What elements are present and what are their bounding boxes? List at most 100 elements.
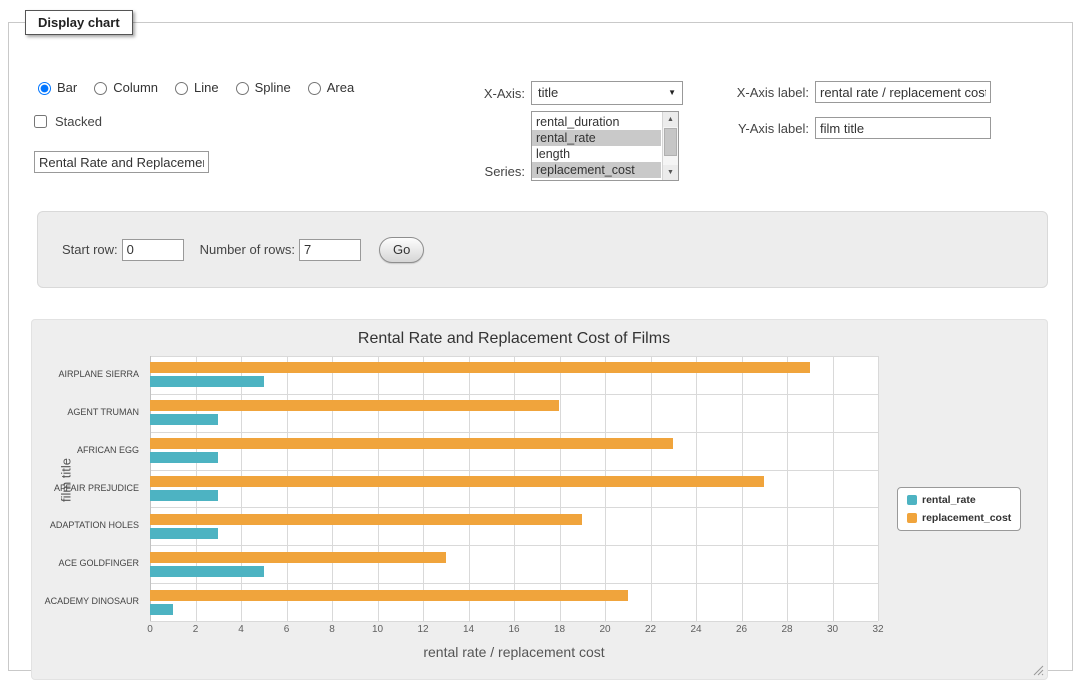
bar-replacement_cost[interactable] [150, 514, 582, 525]
line-radio[interactable] [175, 82, 188, 95]
start-row-input[interactable] [122, 239, 184, 261]
resize-handle[interactable] [1032, 664, 1044, 676]
start-row-label: Start row: [62, 242, 118, 257]
spline-radio[interactable] [236, 82, 249, 95]
column-radio-label: Column [113, 80, 158, 95]
v-gridline [514, 356, 515, 621]
series-option-replacement-cost[interactable]: replacement_cost [532, 162, 661, 178]
x-axis-label-input[interactable] [815, 81, 991, 103]
x-tick-label: 4 [238, 624, 244, 635]
v-gridline [787, 356, 788, 621]
bar-rental_rate[interactable] [150, 452, 218, 463]
chart-type-bar[interactable]: Bar [33, 79, 77, 95]
chart-type-area[interactable]: Area [303, 79, 354, 95]
x-tick-label: 26 [736, 624, 747, 635]
x-tick-label: 28 [781, 624, 792, 635]
v-gridline [241, 356, 242, 621]
category-label: ACADEMY DINOSAUR [32, 583, 143, 621]
plot-area [150, 356, 878, 621]
scrollbar-thumb[interactable] [664, 128, 677, 156]
area-radio[interactable] [308, 82, 321, 95]
bar-rental_rate[interactable] [150, 414, 218, 425]
v-gridline [605, 356, 606, 621]
display-chart-legend: Display chart [25, 10, 133, 35]
x-tick-label: 10 [372, 624, 383, 635]
bar-radio-label: Bar [57, 80, 77, 95]
category-label: ACE GOLDFINGER [32, 545, 143, 583]
bar-rental_rate[interactable] [150, 490, 218, 501]
x-tick-label: 14 [463, 624, 474, 635]
v-gridline [651, 356, 652, 621]
bar-replacement_cost[interactable] [150, 476, 764, 487]
chart-type-line[interactable]: Line [170, 79, 219, 95]
series-option-length[interactable]: length [532, 146, 661, 162]
x-tick-label: 2 [193, 624, 199, 635]
x-tick-label: 20 [599, 624, 610, 635]
chart: Rental Rate and Replacement Cost of Film… [31, 319, 1048, 680]
x-tick-label: 30 [827, 624, 838, 635]
series-option-rental-rate[interactable]: rental_rate [532, 130, 661, 146]
x-tick-label: 12 [417, 624, 428, 635]
chart-type-spline[interactable]: Spline [231, 79, 291, 95]
bar-radio[interactable] [38, 82, 51, 95]
x-axis-title: rental rate / replacement cost [150, 644, 878, 660]
legend-label: replacement_cost [922, 512, 1011, 524]
x-axis-label-label: X-Axis label: [723, 85, 809, 100]
category-labels: AIRPLANE SIERRAAGENT TRUMANAFRICAN EGGAF… [32, 356, 143, 621]
bar-replacement_cost[interactable] [150, 552, 446, 563]
y-axis-label-input[interactable] [815, 117, 991, 139]
x-axis-select-row: X-Axis: title ▼ [477, 81, 683, 105]
x-axis-select-label: X-Axis: [477, 86, 525, 101]
bar-rental_rate[interactable] [150, 376, 264, 387]
scroll-up-icon[interactable]: ▲ [663, 112, 678, 127]
x-tick-label: 22 [645, 624, 656, 635]
legend-item-rental_rate[interactable]: rental_rate [907, 494, 1011, 506]
chart-type-column[interactable]: Column [89, 79, 158, 95]
y-axis-label-row: Y-Axis label: [723, 117, 991, 139]
x-axis-ticks: 02468101214161820222426283032 [150, 624, 878, 638]
x-axis-selected-value: title [538, 85, 558, 100]
chart-title: Rental Rate and Replacement Cost of Film… [150, 330, 878, 348]
num-rows-label: Number of rows: [200, 242, 295, 257]
stacked-checkbox-row: Stacked [30, 112, 102, 131]
display-chart-fieldset: Display chart Bar Column Line Spline Are… [8, 10, 1073, 671]
v-gridline [742, 356, 743, 621]
v-gridline [696, 356, 697, 621]
x-tick-label: 8 [329, 624, 335, 635]
area-radio-label: Area [327, 80, 354, 95]
x-tick-label: 0 [147, 624, 153, 635]
bar-rental_rate[interactable] [150, 566, 264, 577]
rows-panel: Start row: Number of rows: Go [37, 211, 1048, 288]
v-gridline [287, 356, 288, 621]
h-gridline [150, 621, 878, 622]
rental_rate-swatch-icon [907, 495, 917, 505]
x-axis-select[interactable]: title ▼ [531, 81, 683, 105]
bar-replacement_cost[interactable] [150, 590, 628, 601]
legend-item-replacement_cost[interactable]: replacement_cost [907, 512, 1011, 524]
category-label: AFFAIR PREJUDICE [32, 470, 143, 508]
chevron-down-icon: ▼ [668, 88, 676, 97]
chart-title-input[interactable] [34, 151, 209, 173]
x-tick-label: 32 [872, 624, 883, 635]
bar-replacement_cost[interactable] [150, 362, 810, 373]
stacked-label: Stacked [55, 114, 102, 129]
series-option-rental-duration[interactable]: rental_duration [532, 114, 661, 130]
series-listbox[interactable]: rental_duration rental_rate length repla… [531, 111, 679, 181]
y-axis-label-label: Y-Axis label: [723, 121, 809, 136]
bar-rental_rate[interactable] [150, 528, 218, 539]
go-button[interactable]: Go [379, 237, 424, 263]
num-rows-input[interactable] [299, 239, 361, 261]
category-label: ADAPTATION HOLES [32, 507, 143, 545]
column-radio[interactable] [94, 82, 107, 95]
scroll-down-icon[interactable]: ▼ [663, 165, 678, 180]
bar-replacement_cost[interactable] [150, 438, 673, 449]
bar-replacement_cost[interactable] [150, 400, 559, 411]
listbox-scrollbar[interactable]: ▲ ▼ [662, 112, 678, 180]
bar-rental_rate[interactable] [150, 604, 173, 615]
line-radio-label: Line [194, 80, 219, 95]
stacked-checkbox[interactable] [34, 115, 47, 128]
x-tick-label: 24 [690, 624, 701, 635]
legend-label: rental_rate [922, 494, 976, 506]
v-gridline [423, 356, 424, 621]
chart-legend: rental_rate replacement_cost [897, 487, 1021, 531]
